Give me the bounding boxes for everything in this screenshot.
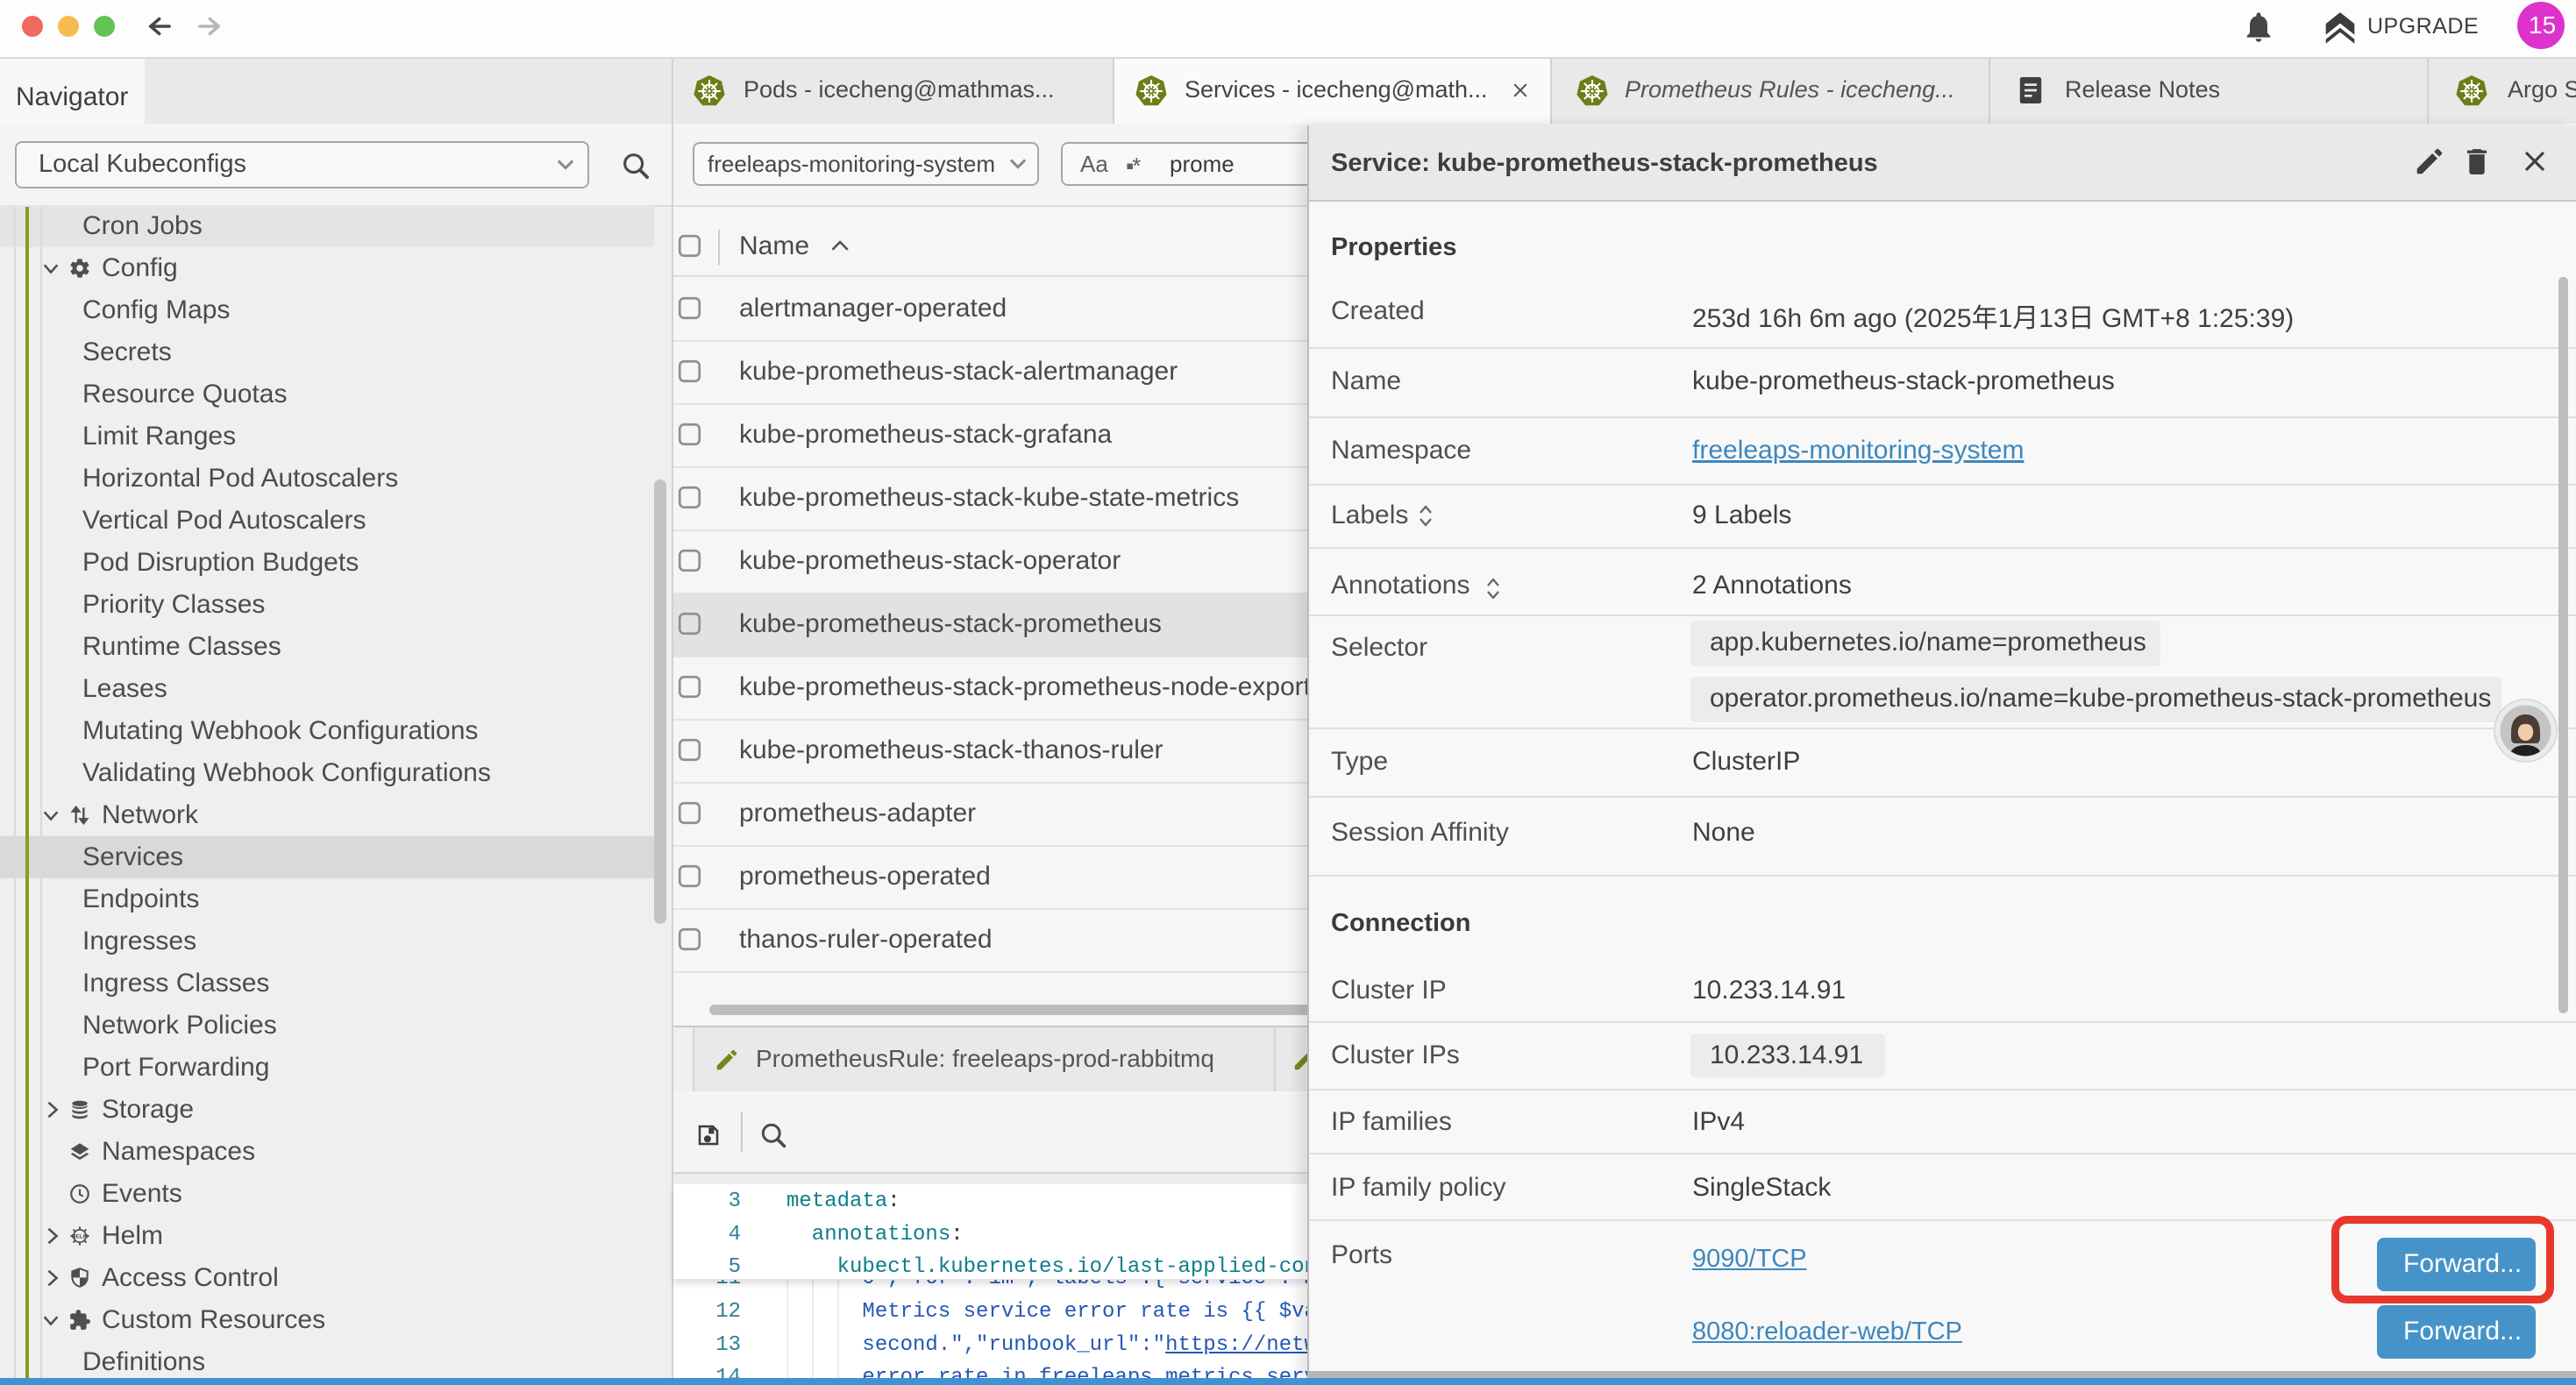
svg-text:HELM: HELM xyxy=(72,1233,88,1239)
